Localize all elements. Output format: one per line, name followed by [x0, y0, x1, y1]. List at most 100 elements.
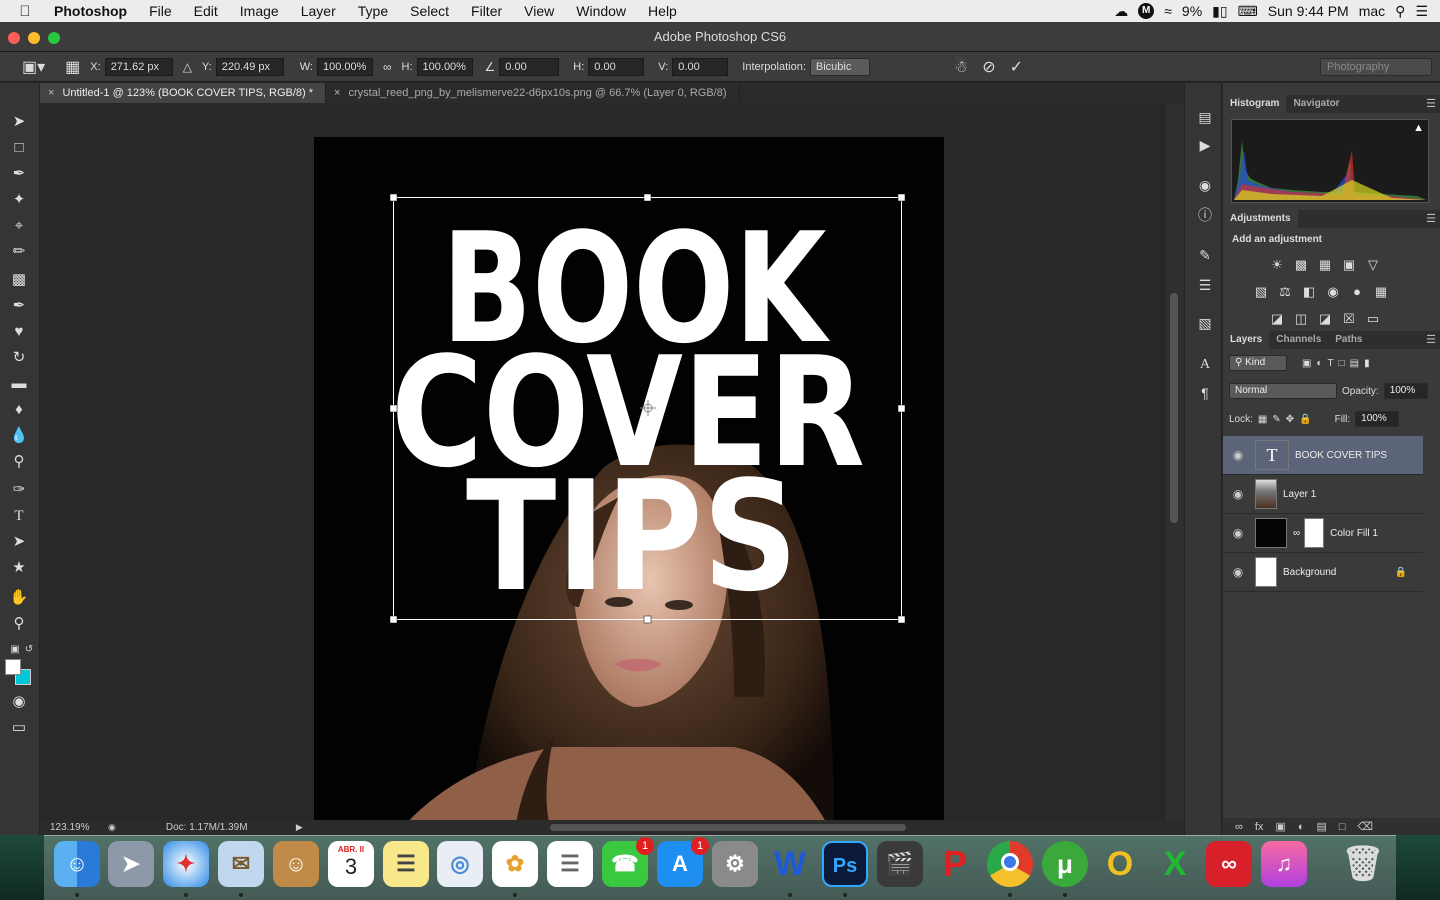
vertical-skew-field[interactable]: 0.00: [672, 57, 729, 76]
layer-name[interactable]: Color Fill 1: [1330, 528, 1378, 539]
character-panel-icon[interactable]: A: [1195, 355, 1215, 375]
photo-filter-icon[interactable]: ◉: [1325, 284, 1341, 300]
photos-icon[interactable]: ✿: [492, 841, 538, 887]
filter-smart-object-icon[interactable]: ▤: [1350, 358, 1359, 369]
tab-layers[interactable]: Layers: [1223, 331, 1270, 349]
tab-paths[interactable]: Paths: [1328, 331, 1369, 349]
menu-filter[interactable]: Filter: [460, 0, 513, 22]
warp-mode-icon[interactable]: ☃: [954, 57, 968, 77]
lasso-tool-icon[interactable]: ✒: [8, 163, 30, 185]
transform-handle[interactable]: [643, 193, 652, 202]
filter-adjustment-icon[interactable]: ◐: [1316, 358, 1322, 369]
histogram-warning-icon[interactable]: ▲: [1413, 122, 1424, 134]
magic-wand-tool-icon[interactable]: ✦: [8, 189, 30, 211]
filter-shape-icon[interactable]: □: [1339, 358, 1345, 369]
quick-mask-icon[interactable]: ◉: [8, 691, 30, 713]
cancel-transform-icon[interactable]: ⊘: [982, 57, 995, 77]
calendar-icon[interactable]: ABR. II 3: [328, 841, 374, 887]
foreground-color-swatch[interactable]: [5, 659, 21, 675]
hue-saturation-icon[interactable]: ▧: [1253, 284, 1269, 300]
levels-icon[interactable]: ▩: [1293, 257, 1309, 273]
layer-visibility-eye-icon[interactable]: ◉: [1223, 526, 1253, 540]
facetime-icon[interactable]: ☎ 1: [602, 837, 654, 887]
finder-icon[interactable]: ☺: [54, 841, 100, 887]
trash-icon[interactable]: 🗑: [1340, 841, 1386, 887]
black-white-icon[interactable]: ◧: [1301, 284, 1317, 300]
layer-name[interactable]: Background: [1283, 567, 1336, 578]
height-field[interactable]: 100.00%: [416, 57, 473, 76]
launchpad-icon[interactable]: ➤: [108, 841, 154, 887]
mail-icon[interactable]: ✉: [218, 841, 264, 887]
safari-icon[interactable]: ✦: [163, 841, 209, 887]
close-window-button[interactable]: [8, 32, 20, 44]
final-cut-icon[interactable]: 🎬: [877, 841, 923, 887]
history-panel-icon[interactable]: ▤: [1195, 107, 1215, 127]
excel-icon[interactable]: X: [1152, 841, 1198, 887]
transform-handle[interactable]: [897, 193, 906, 202]
menu-layer[interactable]: Layer: [290, 0, 347, 22]
filter-type-icon[interactable]: T: [1328, 358, 1334, 369]
opera-icon[interactable]: O: [1097, 841, 1143, 887]
color-lookup-icon[interactable]: ▦: [1373, 284, 1389, 300]
channel-mixer-icon[interactable]: ●: [1349, 284, 1365, 300]
menu-app-name[interactable]: Photoshop: [50, 0, 138, 22]
swap-colors-icon[interactable]: ↺: [18, 639, 40, 661]
filter-pixel-icon[interactable]: ▣: [1302, 358, 1311, 369]
history-brush-tool-icon[interactable]: ↻: [8, 347, 30, 369]
clone-stamp-tool-icon[interactable]: ♥: [8, 321, 30, 343]
fill-field[interactable]: 100%: [1355, 411, 1400, 427]
close-tab-icon[interactable]: ×: [334, 87, 340, 99]
opacity-field[interactable]: 100%: [1383, 383, 1428, 399]
tab-channels[interactable]: Channels: [1269, 331, 1328, 349]
contacts-icon[interactable]: ☺: [273, 841, 319, 887]
tab-untitled-1[interactable]: × Untitled-1 @ 123% (BOOK COVER TIPS, RGB…: [40, 83, 327, 103]
crop-tool-icon[interactable]: ⌖: [8, 215, 30, 237]
invert-icon[interactable]: ◪: [1269, 311, 1285, 327]
chrome-icon[interactable]: [987, 841, 1033, 887]
menu-view[interactable]: View: [513, 0, 565, 22]
creative-cloud-app-icon[interactable]: ∞: [1206, 841, 1252, 887]
exposure-icon[interactable]: ▣: [1341, 257, 1357, 273]
layer-row-layer-1[interactable]: ◉ Layer 1: [1223, 475, 1423, 514]
new-group-icon[interactable]: ▤: [1316, 820, 1326, 833]
eraser-tool-icon[interactable]: ▬: [8, 373, 30, 395]
delete-layer-icon[interactable]: ⌫: [1358, 820, 1374, 833]
transform-handle[interactable]: [389, 404, 398, 413]
layer-row-book-cover-tips[interactable]: ◉ T BOOK COVER TIPS: [1223, 436, 1423, 475]
move-tool-icon[interactable]: ➤: [8, 111, 30, 133]
lock-transparent-icon[interactable]: ▦: [1258, 414, 1267, 425]
transform-handle[interactable]: [897, 404, 906, 413]
status-share-icon[interactable]: ◉: [108, 822, 116, 833]
transform-handle[interactable]: [389, 193, 398, 202]
workspace-select[interactable]: Photography: [1320, 58, 1432, 76]
apple-menu-icon[interactable]: : [0, 3, 50, 20]
new-layer-icon[interactable]: □: [1339, 821, 1346, 833]
spotlight-search-icon[interactable]: ⚲: [1395, 0, 1405, 22]
layer-visibility-eye-icon[interactable]: ◉: [1223, 448, 1253, 462]
photoshop-icon[interactable]: Ps: [822, 841, 868, 887]
layer-name[interactable]: BOOK COVER TIPS: [1295, 450, 1387, 461]
menu-image[interactable]: Image: [229, 0, 290, 22]
clock[interactable]: Sun 9:44 PM: [1268, 0, 1349, 22]
new-adjustment-layer-icon[interactable]: ◐: [1298, 821, 1305, 833]
commit-transform-icon[interactable]: ✓: [1010, 57, 1023, 77]
menu-help[interactable]: Help: [637, 0, 688, 22]
path-selection-tool-icon[interactable]: ➤: [8, 531, 30, 553]
info-camera-icon[interactable]: ◉: [1195, 175, 1215, 195]
wps-presentation-icon[interactable]: P: [932, 841, 978, 887]
screen-mode-icon[interactable]: ▭: [8, 717, 30, 739]
zoom-tool-icon[interactable]: ⚲: [8, 613, 30, 635]
eyedropper-tool-icon[interactable]: ✏: [8, 241, 30, 263]
notes-icon[interactable]: ☰: [383, 841, 429, 887]
info-panel-icon[interactable]: ⓘ: [1195, 205, 1215, 225]
horizontal-scroll-thumb[interactable]: [550, 824, 906, 831]
vertical-scroll-thumb[interactable]: [1170, 293, 1178, 523]
word-icon[interactable]: W: [767, 841, 813, 887]
user-name[interactable]: mac: [1359, 0, 1385, 22]
link-aspect-icon[interactable]: ∞: [383, 60, 392, 74]
clone-source-icon[interactable]: ▧: [1195, 313, 1215, 333]
rotate-angle-field[interactable]: 0.00: [499, 57, 560, 76]
gradient-map-icon[interactable]: ▭: [1365, 311, 1381, 327]
menu-file[interactable]: File: [138, 0, 183, 22]
app-store-icon[interactable]: A1: [657, 837, 709, 887]
